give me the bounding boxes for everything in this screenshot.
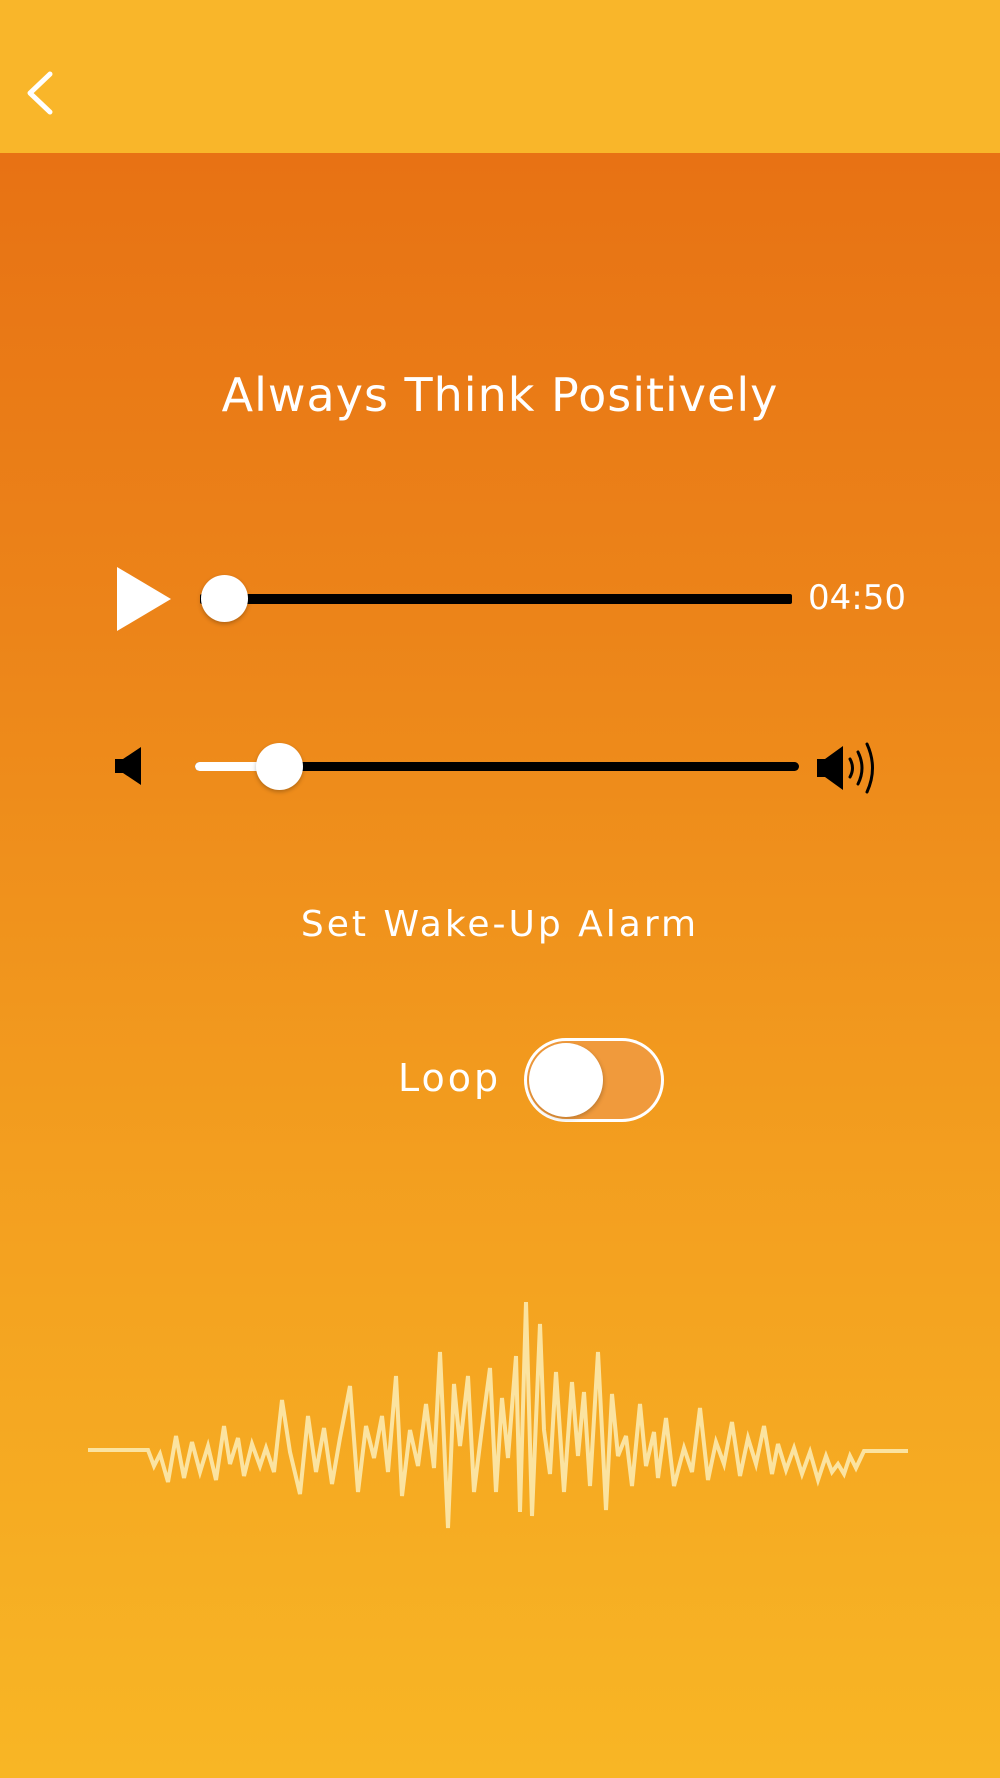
loop-label: Loop	[398, 1056, 502, 1100]
volume-low-button	[113, 745, 143, 787]
back-button[interactable]	[22, 66, 62, 120]
play-icon	[117, 567, 171, 631]
speaker-loud-icon	[817, 742, 874, 794]
track-title: Always Think Positively	[221, 368, 779, 422]
volume-slider-thumb[interactable]	[255, 743, 303, 790]
loop-toggle[interactable]	[524, 1038, 664, 1122]
progress-slider[interactable]	[200, 594, 792, 604]
time-remaining: 04:50	[808, 578, 906, 618]
progress-slider-thumb[interactable]	[201, 575, 248, 622]
speaker-mute-icon	[115, 747, 141, 785]
loop-toggle-knob	[529, 1043, 603, 1117]
top-bar	[0, 0, 1000, 153]
set-wake-up-alarm-button[interactable]: Set Wake-Up Alarm	[0, 904, 1000, 945]
chevron-left-icon	[27, 71, 53, 115]
waveform-line	[88, 1301, 908, 1529]
play-button[interactable]	[113, 563, 175, 635]
player-screen: Always Think Positively 04:50 Set Wake-U…	[0, 0, 1000, 1778]
volume-high-button	[815, 740, 881, 796]
audio-waveform-graphic	[88, 1301, 908, 1529]
